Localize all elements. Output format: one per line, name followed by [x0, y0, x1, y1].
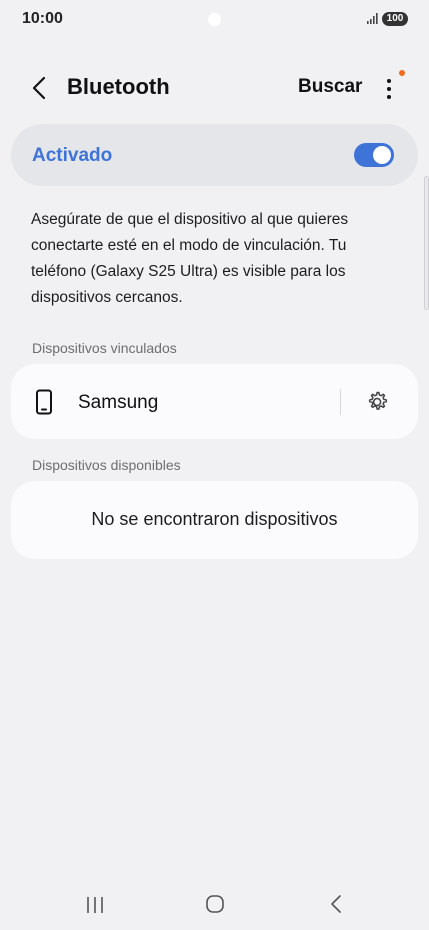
recent-apps-icon[interactable] [84, 894, 106, 916]
switch-knob [373, 146, 391, 164]
navigation-bar [0, 880, 429, 930]
available-devices-heading: Dispositivos disponibles [32, 457, 181, 473]
battery-icon: 100 [382, 12, 408, 26]
back-icon[interactable] [326, 893, 346, 915]
bluetooth-switch[interactable] [354, 143, 394, 167]
no-devices-message: No se encontraron dispositivos [91, 509, 338, 529]
paired-devices-heading: Dispositivos vinculados [32, 340, 177, 356]
app-header: Bluetooth Buscar [0, 60, 429, 116]
search-button[interactable]: Buscar [298, 76, 362, 98]
more-options-icon[interactable] [379, 76, 399, 102]
status-bar: 10:00 100 [0, 0, 429, 40]
row-divider [340, 389, 341, 415]
available-devices-card: No se encontraron dispositivos [11, 481, 418, 559]
bluetooth-description: Asegúrate de que el dispositivo al que q… [31, 211, 349, 306]
back-arrow-icon[interactable] [26, 74, 54, 102]
phone-icon [36, 389, 52, 415]
notification-dot [399, 70, 405, 76]
scrollbar[interactable] [424, 176, 429, 310]
signal-icon [367, 13, 378, 24]
paired-device-name: Samsung [78, 392, 159, 413]
page-title: Bluetooth [67, 74, 170, 99]
status-time: 10:00 [22, 10, 63, 27]
paired-device-row[interactable]: Samsung [11, 364, 418, 439]
camera-cutout [208, 13, 221, 26]
home-icon[interactable] [204, 893, 226, 915]
gear-icon[interactable] [365, 389, 391, 415]
bluetooth-toggle-label: Activado [32, 145, 113, 166]
bluetooth-toggle-row[interactable]: Activado [11, 124, 418, 186]
